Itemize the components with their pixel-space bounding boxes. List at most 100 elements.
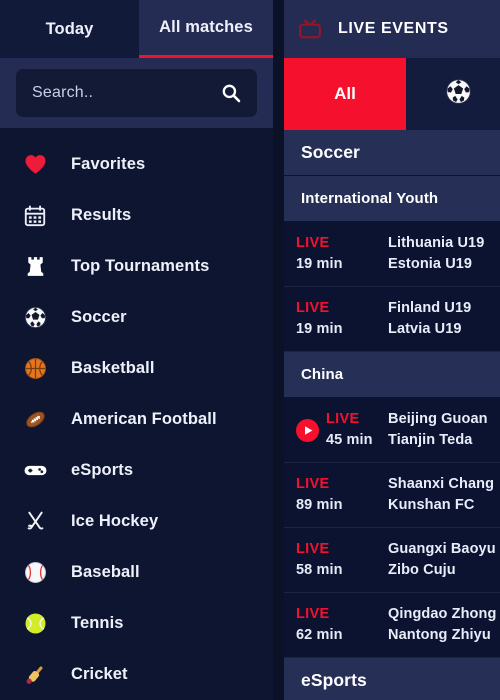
tab-all-matches-label: All matches: [159, 18, 253, 36]
table-row[interactable]: LIVE 89 min Shaanxi Chang Kunshan FC: [284, 463, 500, 528]
match-teams: Beijing Guoan Tianjin Teda: [388, 409, 500, 452]
sidebar-item-results-label: Results: [71, 206, 132, 224]
status-badge: LIVE: [296, 235, 330, 252]
tab-today-label: Today: [45, 19, 94, 38]
sidebar-item-favorites-label: Favorites: [71, 155, 146, 173]
baseball-icon: [18, 560, 52, 585]
soccer-ball-icon: [444, 77, 473, 111]
live-events-header: LIVE EVENTS: [284, 0, 500, 58]
status-badge: LIVE: [296, 300, 330, 317]
status-stack: LIVE 19 min: [296, 298, 343, 339]
sport-header-soccer[interactable]: Soccer: [284, 130, 500, 176]
match-status: LIVE 19 min: [296, 233, 388, 274]
match-teams: Lithuania U19 Estonia U19: [388, 233, 500, 276]
away-team: Tianjin Teda: [388, 432, 473, 448]
search-band: Search..: [0, 58, 273, 128]
table-row[interactable]: LIVE 19 min Finland U19 Latvia U19: [284, 287, 500, 352]
sidebar-item-ice-hockey[interactable]: Ice Hockey: [0, 496, 273, 547]
sidebar-nav-list: Favorites Results Top Tournaments Soccer…: [0, 128, 273, 700]
match-status: LIVE 62 min: [296, 604, 388, 645]
sport-tab-soccer[interactable]: [406, 58, 500, 130]
away-team: Nantong Zhiyu: [388, 627, 491, 643]
soccer-ball-icon: [18, 305, 52, 330]
live-events-panel: LIVE EVENTS All Soccer International You…: [284, 0, 500, 700]
home-team: Guangxi Baoyu: [388, 540, 496, 557]
tab-all-matches[interactable]: All matches: [139, 0, 273, 58]
search-input[interactable]: Search..: [16, 69, 257, 117]
search-placeholder: Search..: [32, 84, 94, 101]
american-football-icon: [18, 407, 52, 432]
home-team: Shaanxi Chang: [388, 475, 495, 492]
sidebar-item-american-football-label: American Football: [71, 410, 217, 428]
table-row[interactable]: LIVE 62 min Qingdao Zhong Nantong Zhiyu: [284, 593, 500, 658]
sidebar-item-cricket[interactable]: Cricket: [0, 649, 273, 700]
sidebar-item-favorites[interactable]: Favorites: [0, 139, 273, 190]
sidebar-item-basketball[interactable]: Basketball: [0, 343, 273, 394]
status-stack: LIVE 19 min: [296, 233, 343, 274]
sidebar-item-results[interactable]: Results: [0, 190, 273, 241]
away-team: Estonia U19: [388, 256, 473, 272]
sidebar-item-basketball-label: Basketball: [71, 359, 155, 377]
home-team: Lithuania U19: [388, 234, 485, 251]
match-minute: 19 min: [296, 321, 343, 337]
sidebar: Today All matches Search.. Favorites Res…: [0, 0, 273, 700]
table-row[interactable]: LIVE 19 min Lithuania U19 Estonia U19: [284, 222, 500, 287]
match-status: LIVE 89 min: [296, 474, 388, 515]
home-team: Finland U19: [388, 299, 472, 316]
sidebar-item-american-football[interactable]: American Football: [0, 394, 273, 445]
home-team: Qingdao Zhong: [388, 605, 497, 622]
away-team: Kunshan FC: [388, 497, 475, 513]
away-team: Zibo Cuju: [388, 562, 456, 578]
sidebar-item-top-tournaments[interactable]: Top Tournaments: [0, 241, 273, 292]
home-team: Beijing Guoan: [388, 410, 488, 427]
match-teams: Finland U19 Latvia U19: [388, 298, 500, 341]
match-teams: Guangxi Baoyu Zibo Cuju: [388, 539, 500, 582]
status-stack: LIVE 58 min: [296, 539, 343, 580]
status-stack: LIVE 45 min: [326, 409, 373, 450]
status-badge: LIVE: [296, 606, 330, 623]
status-badge: LIVE: [296, 541, 330, 558]
sport-tab-all-label: All: [334, 84, 356, 103]
sport-header-soccer-label: Soccer: [301, 142, 360, 162]
app-root: Today All matches Search.. Favorites Res…: [0, 0, 500, 700]
sidebar-tabbar: Today All matches: [0, 0, 273, 58]
match-teams: Shaanxi Chang Kunshan FC: [388, 474, 500, 517]
sidebar-item-baseball[interactable]: Baseball: [0, 547, 273, 598]
sidebar-item-tennis-label: Tennis: [71, 614, 124, 632]
league-header-china[interactable]: China: [284, 352, 500, 398]
table-row[interactable]: LIVE 58 min Guangxi Baoyu Zibo Cuju: [284, 528, 500, 593]
sidebar-item-soccer[interactable]: Soccer: [0, 292, 273, 343]
sidebar-item-top-tournaments-label: Top Tournaments: [71, 257, 210, 275]
sport-header-esports[interactable]: eSports: [284, 658, 500, 700]
sport-tab-all[interactable]: All: [284, 58, 406, 130]
match-status: LIVE 45 min: [296, 409, 388, 450]
ice-hockey-icon: [18, 509, 52, 534]
sport-header-esports-label: eSports: [301, 670, 367, 690]
match-status: LIVE 19 min: [296, 298, 388, 339]
league-header-china-label: China: [301, 366, 344, 383]
league-header-international-youth[interactable]: International Youth: [284, 176, 500, 222]
away-team: Latvia U19: [388, 321, 462, 337]
sidebar-item-esports[interactable]: eSports: [0, 445, 273, 496]
gamepad-icon: [18, 458, 52, 483]
play-icon[interactable]: [296, 418, 319, 442]
basketball-icon: [18, 356, 52, 381]
cricket-icon: [18, 662, 52, 687]
match-status: LIVE 58 min: [296, 539, 388, 580]
live-events-title: LIVE EVENTS: [338, 20, 449, 37]
heart-icon: [18, 152, 52, 177]
tennis-ball-icon: [18, 611, 52, 636]
chess-rook-icon: [18, 254, 52, 279]
sidebar-item-tennis[interactable]: Tennis: [0, 598, 273, 649]
sidebar-item-ice-hockey-label: Ice Hockey: [71, 512, 159, 530]
live-events-feed: Soccer International Youth LIVE 19 min L…: [284, 130, 500, 700]
table-row[interactable]: LIVE 45 min Beijing Guoan Tianjin Teda: [284, 398, 500, 463]
tab-today[interactable]: Today: [0, 0, 139, 58]
status-badge: LIVE: [296, 476, 330, 493]
match-teams: Qingdao Zhong Nantong Zhiyu: [388, 604, 500, 647]
search-icon[interactable]: [221, 83, 241, 103]
calendar-icon: [18, 204, 52, 228]
match-minute: 89 min: [296, 497, 343, 513]
status-stack: LIVE 62 min: [296, 604, 343, 645]
sidebar-item-baseball-label: Baseball: [71, 563, 140, 581]
